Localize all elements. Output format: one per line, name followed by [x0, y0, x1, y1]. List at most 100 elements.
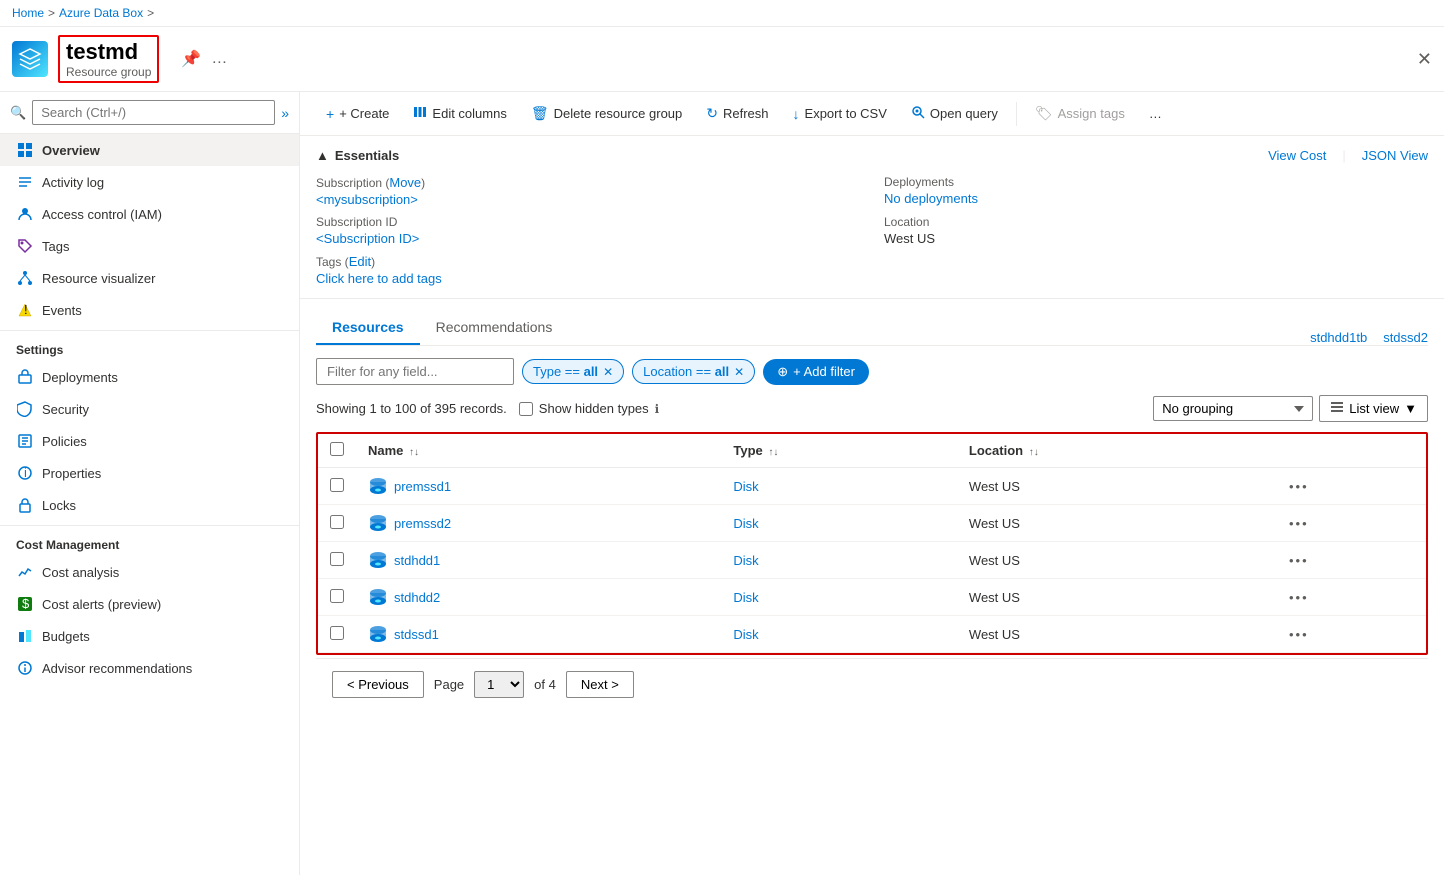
toolbar-more-button[interactable]: … — [1139, 101, 1172, 126]
sidebar-item-policies[interactable]: Policies — [0, 425, 299, 457]
export-csv-button[interactable]: ↓ Export to CSV — [783, 101, 897, 127]
create-icon: + — [326, 106, 334, 122]
sidebar-item-events[interactable]: ! Events — [0, 294, 299, 326]
delete-button[interactable]: 🗑 Delete resource group — [521, 100, 692, 127]
location-sort-icon[interactable]: ↑↓ — [1029, 447, 1039, 458]
row-checkbox-3[interactable] — [330, 589, 344, 603]
resource-name: testmd — [66, 39, 151, 65]
breadcrumb-home[interactable]: Home — [12, 6, 44, 20]
row-type-link-2[interactable]: Disk — [733, 553, 758, 568]
search-input[interactable] — [32, 100, 275, 125]
sidebar-item-iam[interactable]: Access control (IAM) — [0, 198, 299, 230]
edit-columns-button[interactable]: Edit columns — [403, 100, 516, 127]
pagination-bar: < Previous Page 1 of 4 Next > — [316, 658, 1428, 710]
breadcrumb-azure-data-box[interactable]: Azure Data Box — [59, 6, 143, 20]
sidebar-item-budgets[interactable]: Budgets — [0, 620, 299, 652]
refresh-button[interactable]: ↻ Refresh — [696, 100, 778, 127]
visualizer-icon — [16, 269, 34, 287]
column-location: Location ↑↓ — [957, 434, 1277, 468]
tab-ext-links: stdhdd1tb stdssd2 — [1310, 330, 1428, 345]
row-type-link-3[interactable]: Disk — [733, 590, 758, 605]
type-sort-icon[interactable]: ↑↓ — [768, 447, 778, 458]
row-checkbox-0[interactable] — [330, 478, 344, 492]
filter-input[interactable] — [316, 358, 514, 385]
add-tags-link[interactable]: Click here to add tags — [316, 271, 860, 286]
prev-button[interactable]: < Previous — [332, 671, 424, 698]
sidebar-item-overview[interactable]: Overview — [0, 134, 299, 166]
row-name-link-3[interactable]: stdhdd2 — [368, 587, 709, 607]
filter-pill-location-close[interactable]: ✕ — [734, 365, 744, 379]
select-all-checkbox[interactable] — [330, 442, 344, 456]
column-type: Type ↑↓ — [721, 434, 957, 468]
open-query-button[interactable]: Open query — [901, 100, 1008, 127]
row-type-link-0[interactable]: Disk — [733, 479, 758, 494]
subscription-move-link[interactable]: Move — [389, 175, 421, 190]
row-actions-btn-2[interactable]: ••• — [1289, 553, 1309, 568]
pin-icon[interactable]: 📌 — [181, 49, 201, 69]
sidebar-item-activity-log[interactable]: Activity log — [0, 166, 299, 198]
tab-recommendations[interactable]: Recommendations — [420, 311, 569, 345]
list-view-button[interactable]: List view ▼ — [1319, 395, 1428, 422]
row-name-link-4[interactable]: stdssd1 — [368, 624, 709, 644]
sidebar-item-resource-visualizer[interactable]: Resource visualizer — [0, 262, 299, 294]
name-sort-icon[interactable]: ↑↓ — [409, 447, 419, 458]
sidebar-item-locks[interactable]: Locks — [0, 489, 299, 521]
ext-link-stdhdd1tb[interactable]: stdhdd1tb — [1310, 330, 1367, 345]
view-cost-link[interactable]: View Cost — [1268, 148, 1326, 163]
sidebar-item-security[interactable]: Security — [0, 393, 299, 425]
tags-edit-link[interactable]: Edit — [349, 254, 371, 269]
disk-icon-4 — [368, 624, 388, 644]
row-type-link-4[interactable]: Disk — [733, 627, 758, 642]
row-actions-btn-3[interactable]: ••• — [1289, 590, 1309, 605]
row-name-link-1[interactable]: premssd2 — [368, 513, 709, 533]
sidebar-item-cost-analysis[interactable]: Cost analysis — [0, 556, 299, 588]
row-actions-btn-4[interactable]: ••• — [1289, 627, 1309, 642]
row-checkbox-2[interactable] — [330, 552, 344, 566]
header-more-icon[interactable]: … — [211, 50, 227, 68]
advisor-icon — [16, 659, 34, 677]
essentials-title[interactable]: ▲ Essentials — [316, 148, 399, 163]
ext-link-stdssd2[interactable]: stdssd2 — [1383, 330, 1428, 345]
page-select[interactable]: 1 — [474, 671, 524, 698]
subscription-id-value[interactable]: <Subscription ID> — [316, 231, 860, 246]
sidebar-item-properties[interactable]: i Properties — [0, 457, 299, 489]
sidebar-item-cost-alerts[interactable]: $ Cost alerts (preview) — [0, 588, 299, 620]
row-checkbox-4[interactable] — [330, 626, 344, 640]
resource-type: Resource group — [66, 65, 151, 79]
json-view-link[interactable]: JSON View — [1362, 148, 1428, 163]
row-actions-btn-0[interactable]: ••• — [1289, 479, 1309, 494]
cost-icon — [16, 563, 34, 581]
grouping-select[interactable]: No grouping — [1153, 396, 1313, 421]
row-checkbox-1[interactable] — [330, 515, 344, 529]
content-toolbar: + + Create Edit columns 🗑 Delete resourc… — [300, 92, 1444, 136]
list-view-icon — [1330, 400, 1344, 417]
sidebar-item-advisor[interactable]: Advisor recommendations — [0, 652, 299, 684]
row-checkbox-cell-1 — [318, 505, 356, 542]
row-name-link-0[interactable]: premssd1 — [368, 476, 709, 496]
add-filter-button[interactable]: ⊕ + Add filter — [763, 359, 869, 385]
row-location-cell-0: West US — [957, 468, 1277, 505]
show-hidden-checkbox[interactable] — [519, 402, 533, 416]
sidebar-item-overview-label: Overview — [42, 143, 100, 158]
create-button[interactable]: + + Create — [316, 101, 399, 127]
location-field: Location West US — [884, 215, 1428, 246]
deployments-value[interactable]: No deployments — [884, 191, 1428, 206]
row-name-cell-1: premssd2 — [356, 505, 721, 542]
row-location-cell-4: West US — [957, 616, 1277, 653]
column-location-label: Location — [969, 443, 1023, 458]
sidebar-collapse-btn[interactable]: » — [281, 105, 289, 121]
tab-resources[interactable]: Resources — [316, 311, 420, 345]
row-name-cell-4: stdssd1 — [356, 616, 721, 653]
subscription-value[interactable]: <mysubscription> — [316, 192, 860, 207]
sidebar-item-deployments[interactable]: Deployments — [0, 361, 299, 393]
sidebar-item-tags[interactable]: Tags — [0, 230, 299, 262]
filter-pill-type-close[interactable]: ✕ — [603, 365, 613, 379]
row-actions-btn-1[interactable]: ••• — [1289, 516, 1309, 531]
breadcrumb-sep1: > — [48, 6, 55, 20]
assign-tags-button[interactable]: 🏷 Assign tags — [1025, 100, 1135, 127]
row-type-link-1[interactable]: Disk — [733, 516, 758, 531]
next-button[interactable]: Next > — [566, 671, 634, 698]
row-name-link-2[interactable]: stdhdd1 — [368, 550, 709, 570]
close-icon[interactable]: ✕ — [1417, 49, 1432, 70]
disk-icon-0 — [368, 476, 388, 496]
